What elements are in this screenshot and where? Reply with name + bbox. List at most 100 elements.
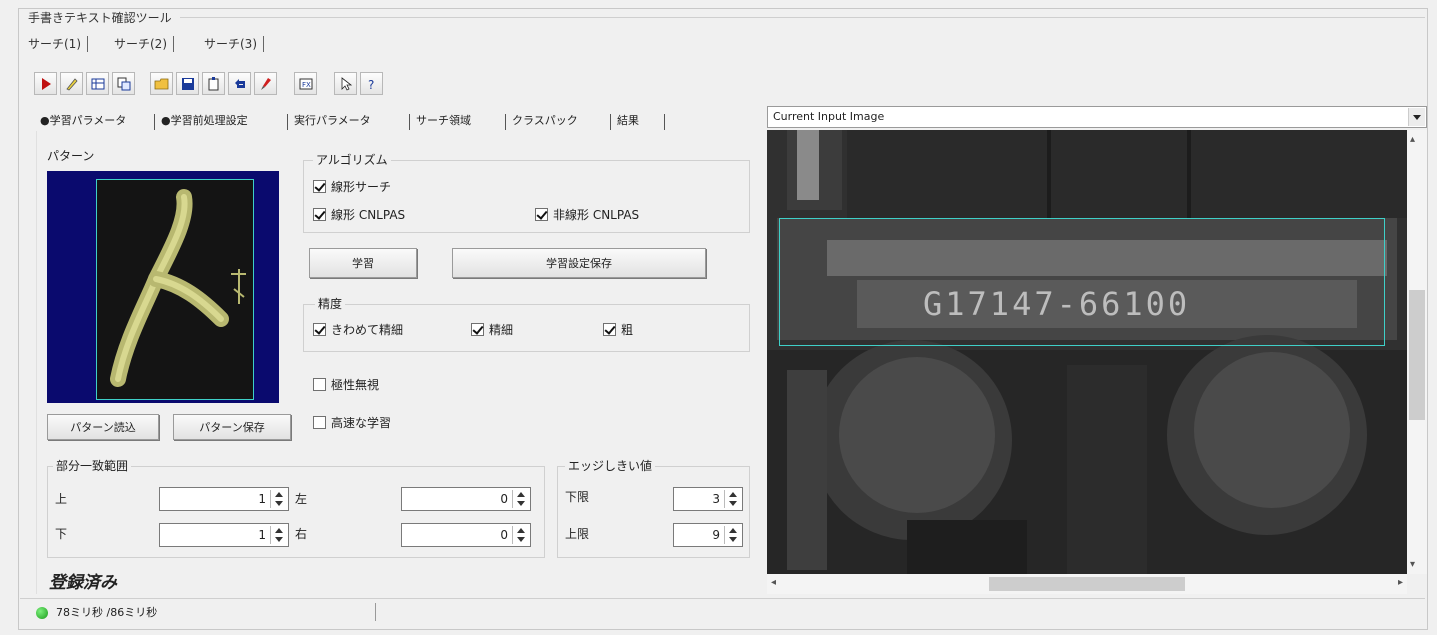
checkbox-box — [535, 208, 548, 221]
partial-match-left-label: 左 — [295, 492, 308, 506]
tab-learn-params[interactable]: ●学習パラメータ — [36, 110, 130, 132]
image-source-value: Current Input Image — [773, 110, 885, 123]
tab-search-region[interactable]: サーチ領域 — [412, 110, 475, 132]
cursor-icon[interactable] — [334, 72, 357, 95]
scroll-up-icon[interactable]: ▴ — [1410, 134, 1415, 145]
tab-result[interactable]: 結果 — [613, 110, 643, 132]
partial-match-left-spinner[interactable]: 0 — [401, 487, 531, 511]
edge-lower-spinner[interactable]: 3 — [673, 487, 743, 511]
tab-exec-params[interactable]: 実行パラメータ — [290, 110, 375, 132]
search-region-roi[interactable] — [779, 218, 1385, 346]
linear-cnlpas-label: 線形 CNLPAS — [331, 208, 406, 222]
spinner-arrows[interactable] — [270, 490, 286, 508]
tab-divider — [409, 114, 410, 130]
linear-search-checkbox[interactable]: 線形サーチ — [313, 178, 391, 195]
tab-content-panel: パターン パターン読込 パターン保存 アルゴリズム 線形サーチ 線形 CNLPA… — [36, 131, 760, 594]
help-icon[interactable]: ? — [360, 72, 383, 95]
partial-match-right-label: 右 — [295, 527, 308, 541]
linear-search-label: 線形サーチ — [331, 180, 392, 194]
grid-icon[interactable] — [86, 72, 109, 95]
ignore-polarity-checkbox[interactable]: 極性無視 — [313, 376, 379, 393]
edge-upper-spinner[interactable]: 9 — [673, 523, 743, 547]
high-speed-learn-checkbox[interactable]: 高速な学習 — [313, 414, 391, 431]
open-folder-icon[interactable] — [150, 72, 173, 95]
spinner-arrows[interactable] — [724, 490, 740, 508]
scroll-left-icon[interactable]: ◂ — [771, 577, 776, 588]
linear-cnlpas-checkbox[interactable]: 線形 CNLPAS — [313, 206, 405, 223]
tab-divider — [664, 114, 665, 130]
partial-match-up-value: 1 — [258, 492, 266, 506]
tab-divider — [154, 114, 155, 130]
checkbox-box — [313, 323, 326, 336]
horizontal-scrollbar[interactable]: ◂ ▸ — [767, 574, 1407, 594]
fit-icon[interactable]: FX — [294, 72, 317, 95]
edge-upper-label: 上限 — [565, 527, 590, 541]
algorithm-group-label: アルゴリズム — [313, 151, 391, 168]
search-tab-2[interactable]: サーチ(2) — [108, 36, 174, 52]
edge-lower-label: 下限 — [565, 490, 590, 504]
pattern-preview — [47, 171, 279, 403]
checkbox-box — [471, 323, 484, 336]
edge-upper-value: 9 — [712, 528, 720, 542]
learn-button[interactable]: 学習 — [309, 248, 417, 278]
partial-match-right-spinner[interactable]: 0 — [401, 523, 531, 547]
image-view-panel: Current Input Image G17147-66100 ▴ ▾ ◂ ▸ — [767, 106, 1427, 598]
partial-match-up-label: 上 — [55, 492, 68, 506]
window-title: 手書きテキスト確認ツール — [28, 11, 172, 25]
vertical-scroll-thumb[interactable] — [1409, 290, 1425, 420]
spinner-arrows[interactable] — [724, 526, 740, 544]
pattern-label: パターン — [47, 149, 95, 163]
very-fine-checkbox[interactable]: きわめて精細 — [313, 321, 403, 338]
tab-divider — [287, 114, 288, 130]
tab-divider — [610, 114, 611, 130]
paste-icon[interactable] — [202, 72, 225, 95]
pattern-load-button[interactable]: パターン読込 — [47, 414, 159, 440]
svg-text:?: ? — [368, 78, 374, 92]
search-tab-1[interactable]: サーチ(1) — [22, 36, 88, 52]
checkbox-box — [313, 416, 326, 429]
nonlinear-cnlpas-label: 非線形 CNLPAS — [553, 208, 640, 222]
tab-preprocess[interactable]: ●学習前処理設定 — [157, 110, 252, 132]
title-divider — [180, 17, 1425, 18]
learn-settings-save-button[interactable]: 学習設定保存 — [452, 248, 706, 278]
run-icon[interactable] — [34, 72, 57, 95]
scroll-down-icon[interactable]: ▾ — [1410, 559, 1415, 570]
brush-icon[interactable] — [254, 72, 277, 95]
partial-match-group-label: 部分一致範囲 — [53, 457, 132, 474]
horizontal-scroll-thumb[interactable] — [989, 577, 1185, 591]
ignore-polarity-label: 極性無視 — [331, 378, 380, 392]
vertical-scrollbar[interactable]: ▴ ▾ — [1407, 130, 1427, 574]
search-tab-3[interactable]: サーチ(3) — [198, 36, 264, 52]
spinner-arrows[interactable] — [270, 526, 286, 544]
chevron-down-icon[interactable] — [1408, 108, 1425, 126]
edge-lower-value: 3 — [712, 492, 720, 506]
pen-icon[interactable] — [60, 72, 83, 95]
save-icon[interactable] — [176, 72, 199, 95]
pattern-character — [110, 189, 246, 387]
tab-divider — [505, 114, 506, 130]
partial-match-down-value: 1 — [258, 528, 266, 542]
spinner-arrows[interactable] — [512, 490, 528, 508]
fine-checkbox[interactable]: 精細 — [471, 321, 513, 338]
very-fine-label: きわめて精細 — [331, 323, 404, 337]
partial-match-right-value: 0 — [500, 528, 508, 542]
copy-icon[interactable] — [112, 72, 135, 95]
checkbox-box — [313, 180, 326, 193]
undo-icon[interactable] — [228, 72, 251, 95]
image-source-select[interactable]: Current Input Image — [767, 106, 1427, 128]
precision-group-label: 精度 — [315, 295, 346, 312]
pattern-save-button[interactable]: パターン保存 — [173, 414, 291, 440]
processing-time: 78ミリ秒 /86ミリ秒 — [56, 606, 158, 619]
high-speed-learn-label: 高速な学習 — [331, 416, 392, 430]
partial-match-down-spinner[interactable]: 1 — [159, 523, 289, 547]
fine-label: 精細 — [489, 323, 514, 337]
tab-class-pack[interactable]: クラスパック — [508, 110, 582, 132]
partial-match-left-value: 0 — [500, 492, 508, 506]
nonlinear-cnlpas-checkbox[interactable]: 非線形 CNLPAS — [535, 206, 639, 223]
coarse-checkbox[interactable]: 粗 — [603, 321, 633, 338]
image-canvas[interactable]: G17147-66100 — [767, 130, 1407, 574]
spinner-arrows[interactable] — [512, 526, 528, 544]
scroll-right-icon[interactable]: ▸ — [1398, 577, 1403, 588]
checkbox-box — [603, 323, 616, 336]
partial-match-up-spinner[interactable]: 1 — [159, 487, 289, 511]
